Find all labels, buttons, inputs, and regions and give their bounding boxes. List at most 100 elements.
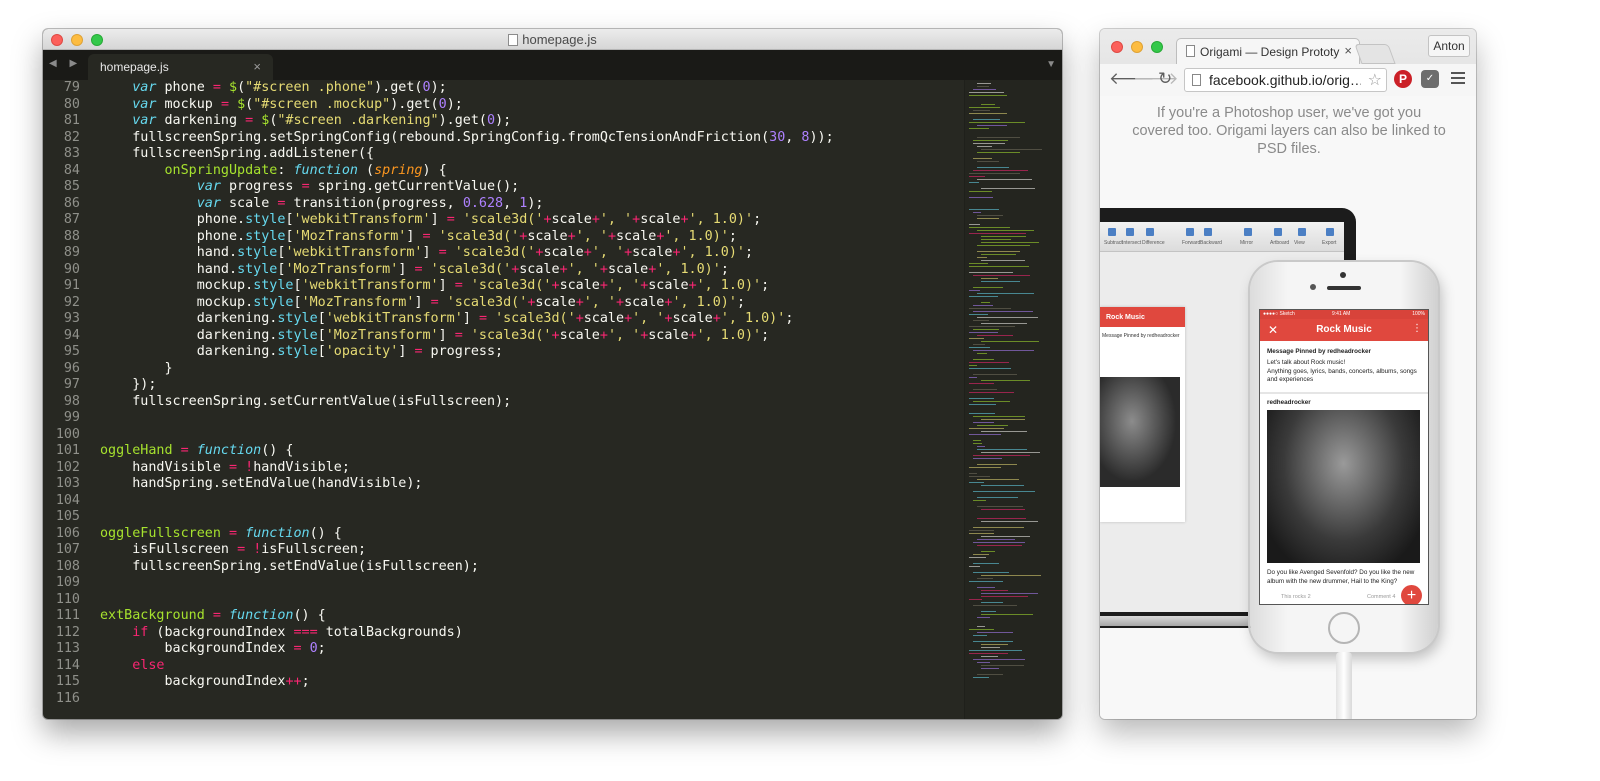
code-line[interactable]: 115 backgroundIndex++; [43, 674, 963, 691]
code-line[interactable]: 101 oggleHand = function() { [43, 443, 963, 460]
code-token: [ [293, 278, 302, 293]
code-line[interactable]: 108 fullscreenSpring.setEndValue(isFulls… [43, 559, 963, 576]
minimap-line [981, 590, 1008, 591]
minimap-line [981, 614, 1033, 615]
minimap-line [973, 110, 990, 111]
code-token: ', ' [575, 228, 608, 244]
code-token: spring [374, 162, 423, 178]
code-token: scale [220, 195, 278, 211]
tab-homepage-js[interactable]: homepage.js × [88, 54, 273, 80]
minimap-line [977, 317, 1038, 318]
code-line[interactable]: 110 [43, 592, 963, 609]
code-area[interactable]: 79 var phone = $("#screen .phone").get(0… [43, 80, 963, 719]
minimap-line [973, 158, 992, 159]
minimap-line [981, 236, 1026, 237]
url-text: facebook.github.io/orig… [1209, 72, 1361, 88]
code-token: extBackground [100, 608, 213, 623]
pocket-extension-icon[interactable]: ✓ [1421, 70, 1439, 88]
code-token: phone [156, 80, 213, 95]
code-line[interactable]: 89 hand.style['webkitTransform'] = 'scal… [43, 245, 963, 262]
code-line[interactable]: 88 phone.style['MozTransform'] = 'scale3… [43, 229, 963, 246]
code-line[interactable]: 114 else [43, 658, 963, 675]
editor-window-title: homepage.js [43, 32, 1062, 47]
address-bar[interactable]: facebook.github.io/orig… ☆ [1184, 68, 1387, 92]
code-token: scale [543, 245, 584, 260]
code-line[interactable]: 91 mockup.style['webkitTransform'] = 'sc… [43, 278, 963, 295]
minimap-line [981, 242, 1039, 243]
code-token: + [672, 245, 681, 260]
code-line[interactable]: 93 darkening.style['webkitTransform'] = … [43, 311, 963, 328]
line-number: 102 [55, 459, 80, 475]
status-battery: 100% [1412, 311, 1425, 317]
code-line[interactable]: 107 isFullscreen = !isFullscreen; [43, 542, 963, 559]
code-line[interactable]: 86 var scale = transition(progress, 0.62… [43, 196, 963, 213]
browser-minimize-button[interactable] [1131, 41, 1143, 53]
code-token: style [237, 261, 278, 277]
code-line[interactable]: 83 fullscreenSpring.addListener({ [43, 146, 963, 163]
new-tab-button[interactable] [1354, 44, 1396, 64]
minimap[interactable] [964, 80, 1062, 719]
code-line[interactable]: 94 darkening.style['MozTransform'] = 'sc… [43, 328, 963, 345]
code-token: (backgroundIndex [148, 624, 294, 640]
code-line[interactable]: 98 fullscreenSpring.setCurrentValue(isFu… [43, 394, 963, 411]
code-token: darkening. [100, 311, 278, 326]
code-line[interactable]: 90 hand.style['MozTransform'] = 'scale3d… [43, 262, 963, 279]
code-line[interactable]: 84 onSpringUpdate: function (spring) { [43, 163, 963, 180]
code-line[interactable]: 80 var mockup = $("#screen .mockup").get… [43, 97, 963, 114]
code-line[interactable]: 113 backgroundIndex = 0; [43, 641, 963, 658]
tab-close-icon[interactable]: × [253, 59, 261, 74]
code-line[interactable]: 95 darkening.style['opacity'] = progress… [43, 344, 963, 361]
code-line[interactable]: 111 extBackground = function() { [43, 608, 963, 625]
browser-tab-close-icon[interactable]: × [1344, 43, 1352, 58]
code-line[interactable]: 104 [43, 493, 963, 510]
code-token: style [245, 212, 286, 227]
browser-tab-origami[interactable]: Origami — Design Prototyp × [1176, 38, 1360, 64]
code-line[interactable]: 103 handSpring.setEndValue(handVisible); [43, 476, 963, 493]
code-token: + [575, 294, 584, 310]
line-number: 111 [55, 608, 80, 623]
code-line[interactable]: 87 phone.style['webkitTransform'] = 'sca… [43, 212, 963, 229]
code-line[interactable]: 106 oggleFullscreen = function() { [43, 526, 963, 543]
minimap-line [969, 482, 984, 483]
code-line[interactable]: 82 fullscreenSpring.setSpringConfig(rebo… [43, 130, 963, 147]
code-line[interactable]: 102 handVisible = !handVisible; [43, 460, 963, 477]
code-token: ; [745, 245, 754, 260]
code-token: ] [398, 261, 415, 277]
code-line[interactable]: 100 [43, 427, 963, 444]
code-line[interactable]: 112 if (backgroundIndex === totalBackgro… [43, 625, 963, 642]
code-token: = [301, 179, 310, 194]
code-line[interactable]: 97 }); [43, 377, 963, 394]
hamburger-menu-icon[interactable] [1451, 72, 1465, 87]
code-token: ).get( [390, 96, 439, 112]
profile-button[interactable]: Anton [1428, 35, 1470, 57]
code-token: else [132, 657, 165, 673]
line-number: 105 [55, 509, 80, 524]
code-line[interactable]: 105 [43, 509, 963, 526]
pinterest-extension-icon[interactable]: P [1394, 70, 1412, 88]
code-line[interactable]: 92 mockup.style['MozTransform'] = 'scale… [43, 295, 963, 312]
minimap-line [969, 224, 980, 225]
code-line[interactable]: 79 var phone = $("#screen .phone").get(0… [43, 80, 963, 97]
browser-close-button[interactable] [1111, 41, 1123, 53]
minimap-line [977, 626, 985, 627]
minimap-line [981, 644, 1008, 645]
bookmark-star-icon[interactable]: ☆ [1368, 70, 1382, 90]
code-line[interactable]: 96 } [43, 361, 963, 378]
code-token: + [551, 278, 560, 293]
code-line[interactable]: 116 [43, 691, 963, 708]
minimap-line [969, 326, 1015, 327]
browser-zoom-button[interactable] [1151, 41, 1163, 53]
tab-nav-arrows-icon[interactable]: ◀ ▶ [49, 58, 82, 69]
code-line[interactable]: 85 var progress = spring.getCurrentValue… [43, 179, 963, 196]
minimap-line [981, 656, 998, 657]
code-line[interactable]: 109 [43, 575, 963, 592]
code-line[interactable]: 81 var darkening = $("#screen .darkening… [43, 113, 963, 130]
minimap-line [977, 125, 1007, 126]
minimap-line [981, 431, 1027, 432]
code-line[interactable]: 99 [43, 410, 963, 427]
code-token: + [624, 311, 633, 326]
tab-menu-chevron-icon[interactable]: ▼ [1046, 59, 1056, 70]
pinned-message: Message Pinned by redheadrocker Let's ta… [1267, 348, 1425, 385]
reload-icon[interactable]: ↻ [1158, 69, 1172, 89]
